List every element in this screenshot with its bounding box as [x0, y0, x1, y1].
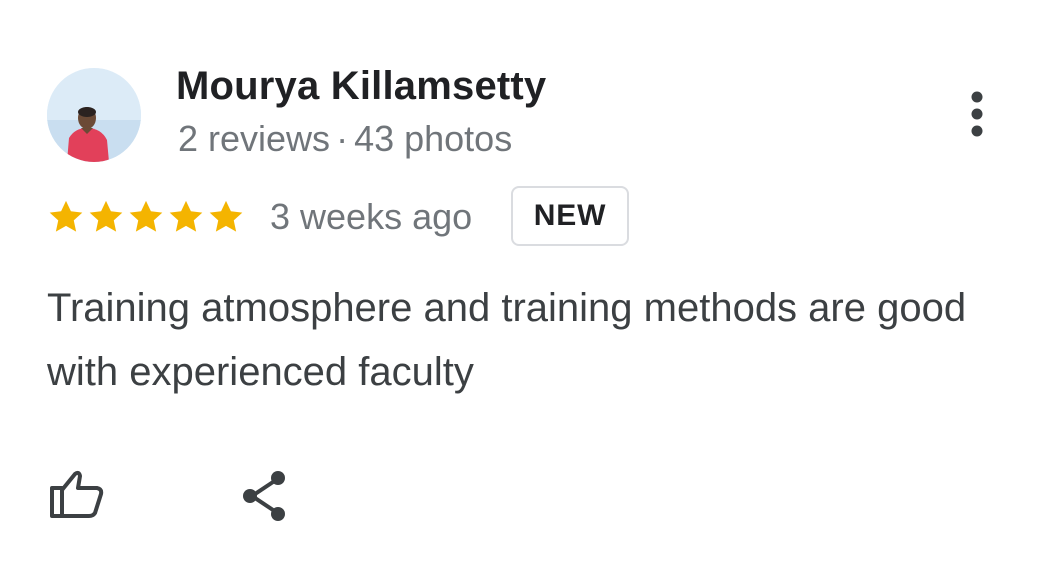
- star-rating: [47, 195, 247, 239]
- new-badge: NEW: [511, 186, 629, 246]
- star-icon: [169, 200, 203, 232]
- star-icon: [129, 200, 163, 232]
- more-vert-icon: [971, 91, 983, 137]
- review-text: Training atmosphere and training methods…: [47, 286, 967, 394]
- like-button[interactable]: [47, 468, 107, 522]
- reviewer-name[interactable]: Mourya Killamsetty: [176, 64, 546, 109]
- thumb-up-icon: [50, 470, 104, 518]
- share-icon: [243, 471, 285, 521]
- avatar-photo: [47, 68, 141, 162]
- star-icon: [49, 200, 83, 232]
- star-icon: [209, 200, 243, 232]
- meta-separator: ·: [336, 118, 349, 159]
- share-button[interactable]: [240, 468, 292, 524]
- star-icon: [89, 200, 123, 232]
- reviews-count: 2 reviews: [178, 118, 331, 159]
- reviewer-meta: 2 reviews · 43 photos: [178, 118, 512, 160]
- review-time: 3 weeks ago: [270, 196, 473, 237]
- photos-count: 43 photos: [354, 118, 513, 159]
- more-options-button[interactable]: [955, 86, 999, 146]
- avatar[interactable]: [47, 68, 141, 162]
- review-card: Mourya Killamsetty 2 reviews · 43 photos 3…: [0, 0, 1058, 588]
